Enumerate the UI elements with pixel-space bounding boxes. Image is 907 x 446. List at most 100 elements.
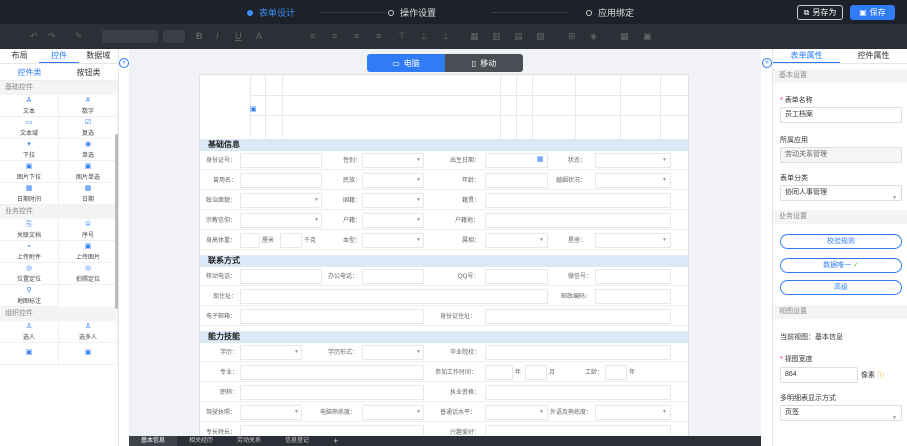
collapse-left-icon[interactable]: « [119,58,129,68]
valign-top-icon[interactable]: ⊤ [398,31,406,42]
logo-image-placeholder-icon[interactable]: ▣ [250,105,258,113]
seniority-input[interactable] [605,365,627,380]
control-item[interactable]: ▦ 日期时间 [0,183,59,205]
device-mobile-button[interactable]: ▯ 移动 [445,54,523,72]
undo-icon[interactable]: ↶ [30,31,38,42]
advanced-button[interactable]: 高级 [780,280,902,295]
control-item[interactable]: ▣ 图片下拉 [0,161,59,183]
email-input[interactable] [240,309,424,324]
computer-skill-select[interactable] [362,405,424,420]
work-start-year-input[interactable] [485,365,513,380]
title-input[interactable] [240,385,424,400]
political-status-select[interactable] [240,193,322,208]
control-item[interactable]: ♙ 选多人 [59,321,118,343]
household-place-input[interactable] [485,213,671,228]
control-item[interactable]: ◉ 单选 [59,139,118,161]
border-icon[interactable]: ⊞ [568,31,576,42]
control-item[interactable]: ⌁ 上传附件 [0,241,59,263]
religion-select[interactable] [240,213,322,228]
add-view-tab-button[interactable]: + [321,436,350,446]
table-icon[interactable]: ▦ [620,31,629,42]
major-input[interactable] [240,365,424,380]
valign-bottom-icon[interactable]: ⊥ [442,31,450,42]
native-place-input[interactable] [485,193,671,208]
detail-mode-select[interactable]: 页签 ▼ [780,405,902,421]
gender-select[interactable] [362,153,424,168]
former-name-input[interactable] [240,173,322,188]
control-item[interactable]: ◎ 位置定位 [0,263,59,285]
step-operation-settings[interactable]: 操作设置 [388,6,436,19]
valign-middle-icon[interactable]: ⊥ [420,31,428,42]
control-item[interactable]: ☑ 复选 [59,117,118,139]
merge-cells-icon[interactable]: ▦ [470,31,479,42]
left-scrollbar[interactable] [115,134,118,309]
align-center-icon[interactable]: ≡ [332,31,337,41]
collapse-right-icon[interactable]: » [762,58,772,68]
step-form-design[interactable]: 表单设计 [247,6,295,19]
work-start-month-input[interactable] [525,365,547,380]
education-form-select[interactable] [362,345,424,360]
align-left-icon[interactable]: ≡ [310,31,315,41]
weight-input[interactable] [280,233,302,248]
image-icon[interactable]: ▣ [643,31,652,42]
control-item[interactable]: ⚲ 地图标注 [0,285,59,307]
align-justify-icon[interactable]: ≡ [376,31,381,41]
device-pc-button[interactable]: ▭ 电脑 [367,54,445,72]
height-input[interactable] [240,233,260,248]
underline-icon[interactable]: U [235,31,242,41]
category-select[interactable]: 协同人事管理 ▼ [780,185,902,201]
view-tab-basic[interactable]: 基本信息 [129,436,178,446]
foreign-language-select[interactable] [595,405,671,420]
control-item[interactable]: ◎ 拍照定位 [59,263,118,285]
education-select[interactable] [240,345,302,360]
view-tab-registration[interactable]: 信息登记 [273,436,321,446]
align-right-icon[interactable]: ≡ [354,31,359,41]
ethnicity-select[interactable] [362,173,424,188]
data-unique-button[interactable]: 数据唯一 ✓ [780,258,902,273]
mobile-input[interactable] [240,269,322,284]
italic-icon[interactable]: I [216,31,219,41]
control-item[interactable]: ▣ 上传图片 [59,241,118,263]
validate-rules-button[interactable]: 校验规则 [780,234,902,249]
household-select[interactable] [362,213,424,228]
format-painter-icon[interactable]: ✎ [75,31,83,42]
control-item[interactable]: ▣ [59,343,118,365]
subtab-control-types[interactable]: 控件类 [0,64,59,80]
control-item[interactable]: ▦ 日期 [59,183,118,205]
wechat-input[interactable] [595,269,671,284]
control-item[interactable]: ▾ 下拉 [0,139,59,161]
qq-input[interactable] [485,269,548,284]
current-address-input[interactable] [240,289,548,304]
nationality-select[interactable] [362,193,424,208]
font-color-icon[interactable]: A [256,31,262,41]
info-icon[interactable]: ⓘ [877,372,884,379]
graduate-school-input[interactable] [485,345,671,360]
save-as-button[interactable]: ⧉ 另存为 [797,5,843,20]
insert-col-icon[interactable]: ▧ [536,31,545,42]
view-width-input[interactable]: 864 [780,367,858,383]
tab-control-properties[interactable]: 控件属性 [840,49,907,63]
id-number-input[interactable] [240,153,322,168]
control-item[interactable]: ♙ 选人 [0,321,59,343]
tab-form-properties[interactable]: 表单属性 [773,49,840,63]
save-button[interactable]: ▣ 保存 [850,5,895,20]
fill-color-icon[interactable]: ◈ [590,31,597,42]
font-size-select[interactable] [163,30,185,43]
form-header-grid[interactable]: ▣ [200,75,688,138]
control-item[interactable]: A 文本 [0,95,59,117]
control-item[interactable]: ▣ 图片单选 [59,161,118,183]
driver-license-select[interactable] [240,405,302,420]
form-canvas[interactable]: ▣ 基础信息 身份证号： 性别： ▼ 出生日期： ▦ 状态： ▼ 曾用名： 民族… [199,74,689,438]
view-tab-experience[interactable]: 相关经历 [177,436,225,446]
marital-status-select[interactable] [595,173,671,188]
redo-icon[interactable]: ↷ [48,31,56,42]
view-tab-labor[interactable]: 劳动关系 [225,436,273,446]
insert-row-icon[interactable]: ▤ [514,31,523,42]
control-item[interactable]: ① 序号 [59,219,118,241]
id-address-input[interactable] [485,309,671,324]
tab-data-domain[interactable]: 数据域 [79,49,118,63]
tab-controls[interactable]: 控件 [39,49,79,63]
control-item[interactable]: ▭ 文本域 [0,117,59,139]
control-item[interactable]: ▣ [0,343,59,365]
step-app-binding[interactable]: 应用绑定 [586,6,634,19]
